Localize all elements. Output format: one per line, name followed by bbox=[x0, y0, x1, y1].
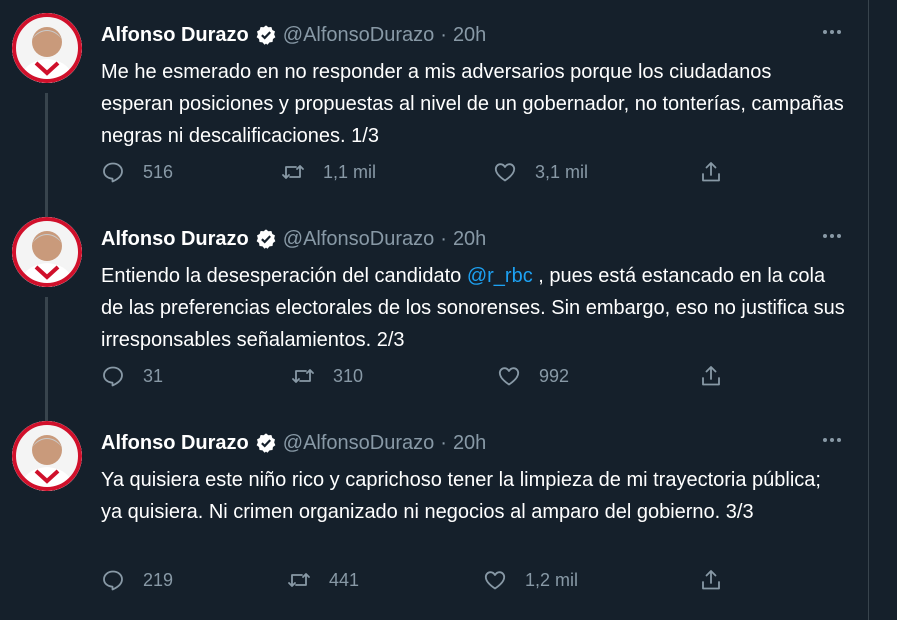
retweet-button[interactable]: 441 bbox=[287, 566, 359, 594]
reply-icon bbox=[103, 570, 123, 591]
like-count: 1,2 mil bbox=[525, 569, 579, 590]
separator-dot: · bbox=[440, 227, 447, 250]
retweet-icon bbox=[282, 165, 304, 179]
reply-icon bbox=[103, 366, 123, 387]
reply-count: 31 bbox=[143, 365, 164, 386]
author-handle[interactable]: @AlfonsoDurazo bbox=[283, 228, 434, 251]
like-count: 992 bbox=[539, 365, 570, 386]
tweet-actions: 219 441 1,2 mil bbox=[101, 566, 741, 594]
author-name[interactable]: Alfonso Durazo bbox=[101, 24, 249, 47]
separator-dot: · bbox=[440, 23, 447, 46]
retweet-count: 1,1 mil bbox=[323, 161, 377, 182]
author-name[interactable]: Alfonso Durazo bbox=[101, 228, 249, 251]
tweet-actions: 31 310 992 bbox=[101, 362, 741, 390]
profile-photo bbox=[12, 421, 82, 491]
reply-button[interactable]: 31 bbox=[101, 362, 163, 390]
tweet-time[interactable]: 20h bbox=[453, 228, 486, 251]
reply-button[interactable]: 219 bbox=[101, 566, 173, 594]
retweet-count: 310 bbox=[333, 365, 364, 386]
tweet-text: Ya quisiera este niño rico y caprichoso … bbox=[101, 464, 846, 528]
like-button[interactable]: 992 bbox=[497, 362, 569, 390]
separator-dot: · bbox=[440, 431, 447, 454]
tweet-header: Alfonso Durazo @AlfonsoDurazo · 20h bbox=[101, 226, 486, 252]
tweet[interactable]: Alfonso Durazo @AlfonsoDurazo · 20h Me h… bbox=[0, 0, 868, 204]
reply-count: 219 bbox=[143, 569, 174, 590]
avatar[interactable] bbox=[12, 217, 82, 287]
retweet-button[interactable]: 310 bbox=[291, 362, 363, 390]
reply-button[interactable]: 516 bbox=[101, 158, 173, 186]
profile-photo bbox=[12, 13, 82, 83]
verified-icon bbox=[256, 229, 276, 249]
like-icon bbox=[494, 163, 516, 182]
like-button[interactable]: 3,1 mil bbox=[493, 158, 588, 186]
tweet-time[interactable]: 20h bbox=[453, 24, 486, 47]
like-button[interactable]: 1,2 mil bbox=[483, 566, 578, 594]
verified-icon bbox=[256, 433, 276, 453]
like-icon bbox=[484, 571, 506, 590]
avatar[interactable] bbox=[12, 421, 82, 491]
verified-icon bbox=[256, 25, 276, 45]
author-name[interactable]: Alfonso Durazo bbox=[101, 432, 249, 455]
tweet[interactable]: Alfonso Durazo @AlfonsoDurazo · 20h Ya q… bbox=[0, 408, 868, 612]
more-icon[interactable] bbox=[818, 22, 846, 42]
timeline-border bbox=[868, 0, 869, 620]
retweet-count: 441 bbox=[329, 569, 360, 590]
retweet-icon bbox=[288, 573, 310, 587]
share-icon bbox=[702, 162, 720, 182]
tweet[interactable]: Alfonso Durazo @AlfonsoDurazo · 20h Enti… bbox=[0, 204, 868, 408]
author-handle[interactable]: @AlfonsoDurazo bbox=[283, 432, 434, 455]
tweet-text-body: Entiendo la desesperación del candidato bbox=[101, 265, 467, 287]
retweet-button[interactable]: 1,1 mil bbox=[281, 158, 376, 186]
share-icon bbox=[702, 366, 720, 386]
tweet-text: Entiendo la desesperación del candidato … bbox=[101, 260, 846, 356]
tweet-header: Alfonso Durazo @AlfonsoDurazo · 20h bbox=[101, 430, 486, 456]
share-button[interactable] bbox=[699, 566, 741, 594]
share-button[interactable] bbox=[699, 158, 741, 186]
like-icon bbox=[498, 367, 520, 386]
more-icon[interactable] bbox=[818, 226, 846, 246]
avatar[interactable] bbox=[12, 13, 82, 83]
mention-link[interactable]: @r_rbc bbox=[467, 265, 533, 287]
reply-icon bbox=[103, 162, 123, 183]
like-count: 3,1 mil bbox=[535, 161, 589, 182]
tweet-time[interactable]: 20h bbox=[453, 432, 486, 455]
tweet-actions: 516 1,1 mil 3,1 mil bbox=[101, 158, 741, 186]
more-icon[interactable] bbox=[818, 430, 846, 450]
tweet-text: Me he esmerado en no responder a mis adv… bbox=[101, 56, 846, 152]
retweet-icon bbox=[292, 369, 314, 383]
tweet-text-body: Ya quisiera este niño rico y caprichoso … bbox=[101, 469, 821, 523]
tweet-text-body: Me he esmerado en no responder a mis adv… bbox=[101, 61, 844, 147]
profile-photo bbox=[12, 217, 82, 287]
author-handle[interactable]: @AlfonsoDurazo bbox=[283, 24, 434, 47]
share-button[interactable] bbox=[699, 362, 741, 390]
share-icon bbox=[702, 570, 720, 590]
reply-count: 516 bbox=[143, 161, 174, 182]
tweet-header: Alfonso Durazo @AlfonsoDurazo · 20h bbox=[101, 22, 486, 48]
